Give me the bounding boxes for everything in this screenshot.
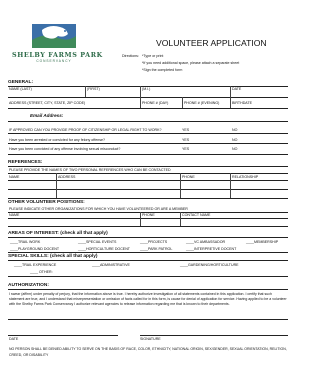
- general-heading: GENERAL:: [8, 80, 34, 85]
- bison-logo-icon: [32, 24, 76, 48]
- direction-item: *Type or print: [142, 54, 164, 58]
- skill-trail-experience[interactable]: ____TRAIL EXPERIENCE: [14, 263, 56, 267]
- skill-other[interactable]: ____ OTHER:: [30, 270, 53, 274]
- interest-vc-ambassador[interactable]: ____VC AMBASSADOR: [186, 240, 225, 244]
- skill-gardening[interactable]: ____GARDENING/HORTICULTURE: [180, 263, 239, 267]
- label-mi: (M.I.): [142, 87, 151, 91]
- email-label: Email Address:: [30, 113, 64, 118]
- reference-row-2[interactable]: [8, 190, 288, 198]
- interest-special-events[interactable]: ____SPECIAL EVENTS: [78, 240, 116, 244]
- label-phone-day: PHONE # (DAY): [142, 101, 169, 105]
- yes-option[interactable]: YES: [182, 128, 189, 132]
- ref-col-name: NAME: [9, 175, 20, 179]
- ref-col-relationship: RELATIONSHIP: [232, 175, 259, 179]
- interest-playground-docent[interactable]: ____PLAYGROUND DOCENT: [10, 247, 59, 251]
- label-last-name: NAME (LAST): [9, 87, 32, 91]
- ref-col-address: ADDRESS: [58, 175, 76, 179]
- ref-col-phone: PHONE: [182, 175, 195, 179]
- label-first-name: (FIRST): [87, 87, 100, 91]
- label-phone-evening: PHONE # (EVENING): [184, 101, 220, 105]
- date-label: DATE: [9, 337, 19, 341]
- label-address: ADDRESS (STREET, CITY, STATE, ZIP CODE): [9, 101, 86, 105]
- org-subtitle: CONSERVANCY: [36, 59, 72, 63]
- question-citizenship: IF APPROVED CAN YOU PROVIDE PROOF OF CIT…: [9, 128, 162, 132]
- reference-row-1[interactable]: [8, 181, 288, 189]
- logo: SHELBY FARMS PARK CONSERVANCY: [6, 18, 102, 66]
- interest-park-patrol[interactable]: ____PARK PATROL: [140, 247, 172, 251]
- other-positions-heading: OTHER VOLUNTEER POSITIONS:: [8, 200, 85, 205]
- authorization-text: I swear (affirm) under penalty of perjur…: [9, 292, 287, 306]
- references-instruction: PLEASE PROVIDE THE NAMES OF TWO PERSONAL…: [9, 168, 171, 172]
- org-name: SHELBY FARMS PARK: [12, 51, 103, 59]
- no-option[interactable]: NO: [232, 147, 237, 151]
- question-misconduct: Have you been convicted of any offense i…: [9, 147, 121, 151]
- direction-item: *If you need additional space, please at…: [142, 61, 240, 65]
- areas-heading: AREAS OF INTEREST: (check all that apply…: [8, 231, 108, 236]
- org-col-contact: CONTACT NAME: [182, 213, 211, 217]
- interest-projects[interactable]: ____PROJECTS: [140, 240, 167, 244]
- interest-trail-work[interactable]: ____TRAIL WORK: [10, 240, 40, 244]
- org-col-phone: PHONE: [142, 213, 155, 217]
- authorization-heading: AUTHORIZATION:: [8, 283, 49, 288]
- label-birthdate: BIRTHDATE: [232, 101, 253, 105]
- interest-interpretive-docent[interactable]: ____INTERPRETIVE DOCENT: [186, 247, 236, 251]
- signature-label: SIGNATURE: [140, 337, 161, 341]
- skills-heading: SPECIAL SKILLS: (check all that apply): [8, 254, 98, 259]
- non-discrimination-notice: NO PERSON SHALL BE DENIED ABILITY TO SER…: [9, 347, 287, 357]
- organization-row-1[interactable]: [8, 219, 288, 226]
- page-title: VOLUNTEER APPLICATION: [156, 38, 267, 48]
- date-input[interactable]: [8, 326, 118, 335]
- email-field[interactable]: [70, 112, 288, 120]
- other-positions-instruction: PLEASE INDICATE OTHER ORGANIZATIONS FOR …: [9, 207, 188, 211]
- yes-option[interactable]: YES: [182, 138, 189, 142]
- no-option[interactable]: NO: [232, 138, 237, 142]
- interest-membership[interactable]: ____MEMBERSHIP: [246, 240, 278, 244]
- skill-administrative[interactable]: ____ADMINISTRATIVE: [92, 263, 130, 267]
- signature-input[interactable]: [140, 326, 288, 335]
- yes-option[interactable]: YES: [182, 147, 189, 151]
- direction-item: *Sign the completed form: [142, 68, 183, 72]
- references-heading: REFERENCES:: [8, 160, 43, 165]
- interest-horticulture-docent[interactable]: ____HORTICULTURE DOCENT: [78, 247, 130, 251]
- org-col-name: NAME: [9, 213, 20, 217]
- directions-label: Directions:: [122, 54, 139, 58]
- question-felony: Have you been arrested or convicted for …: [9, 138, 106, 142]
- label-date: DATE: [232, 87, 242, 91]
- no-option[interactable]: NO: [232, 128, 237, 132]
